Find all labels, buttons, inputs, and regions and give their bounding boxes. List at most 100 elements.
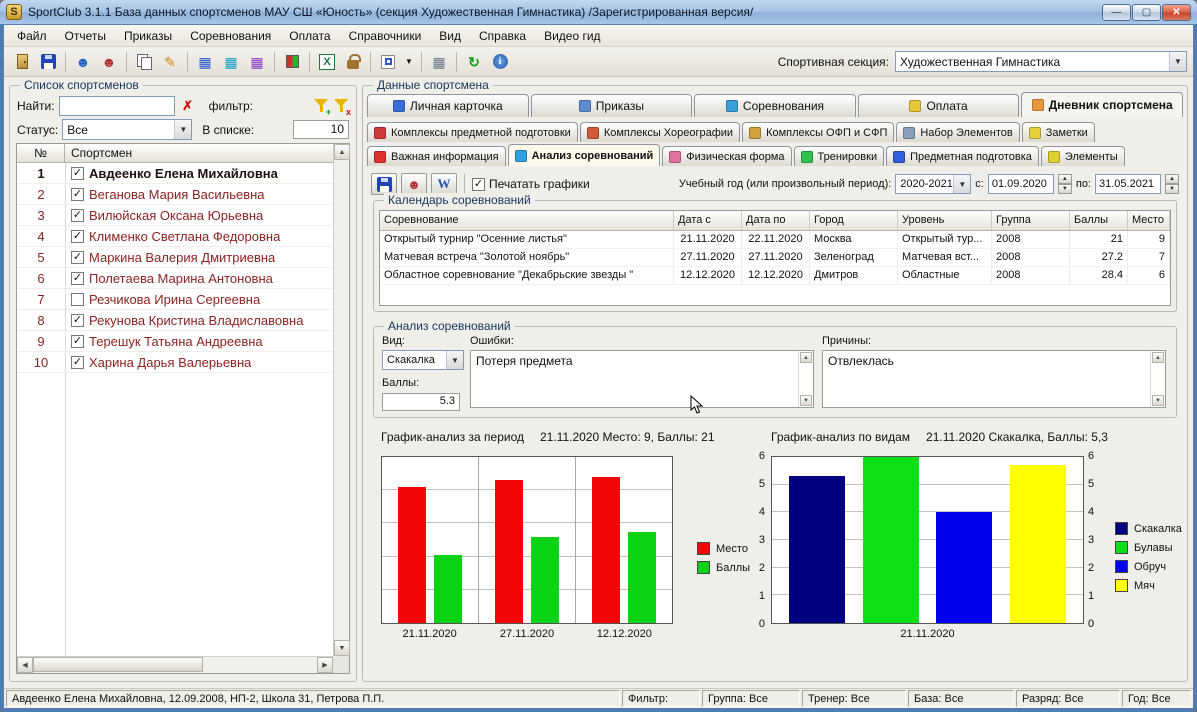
date-from-spinner[interactable]: ▲▼ xyxy=(1058,174,1072,194)
calendar-row[interactable]: Матчевая встреча "Золотой ноябрь" 27.11.… xyxy=(380,248,1170,266)
scrollbar-thumb[interactable] xyxy=(33,657,203,672)
tab-payment[interactable]: Оплата xyxy=(858,94,1020,117)
scroll-up-button[interactable]: ▲ xyxy=(1152,352,1164,363)
horizontal-scrollbar[interactable]: ◀ ▶ xyxy=(17,656,333,673)
copy-button[interactable] xyxy=(132,50,156,74)
chevron-down-icon[interactable]: ▼ xyxy=(446,351,463,369)
shape-tool-dropdown[interactable]: ▼ xyxy=(402,50,416,74)
export-word-button[interactable]: W xyxy=(431,173,457,195)
scroll-down-button[interactable]: ▼ xyxy=(800,395,812,406)
lock-button[interactable] xyxy=(341,50,365,74)
athlete-checkbox[interactable]: ✓ xyxy=(71,167,84,180)
menu-help[interactable]: Справка xyxy=(470,26,535,46)
tab-personal-card[interactable]: Личная карточка xyxy=(367,94,529,117)
calendar-row[interactable]: Областное соревнование "Декабрьские звез… xyxy=(380,266,1170,284)
tab-orders[interactable]: Приказы xyxy=(531,94,693,117)
menu-file[interactable]: Файл xyxy=(8,26,56,46)
athlete-checkbox[interactable]: ✓ xyxy=(71,335,84,348)
calendar-row[interactable]: Открытый турнир "Осенние листья" 21.11.2… xyxy=(380,230,1170,248)
scroll-down-button[interactable]: ▼ xyxy=(334,640,350,656)
print-charts-checkbox[interactable]: ✓ xyxy=(472,178,485,191)
exit-button[interactable] xyxy=(10,50,34,74)
video-button[interactable] xyxy=(280,50,304,74)
scroll-right-button[interactable]: ▶ xyxy=(317,657,333,673)
vid-select[interactable]: Скакалка ▼ xyxy=(382,350,464,370)
scroll-left-button[interactable]: ◀ xyxy=(17,657,33,673)
chevron-down-icon[interactable]: ▼ xyxy=(1169,52,1186,71)
tab-notes[interactable]: Заметки xyxy=(1022,122,1095,142)
athlete-checkbox[interactable]: ✓ xyxy=(71,251,84,264)
excel-export-button[interactable]: X xyxy=(315,50,339,74)
save-button[interactable] xyxy=(36,50,60,74)
report-table2-button[interactable]: ▦ xyxy=(219,50,243,74)
spin-up-icon[interactable]: ▲ xyxy=(1165,174,1179,184)
menu-payment[interactable]: Оплата xyxy=(280,26,339,46)
date-from-field[interactable]: 01.09.2020 xyxy=(988,174,1054,194)
reasons-textarea[interactable]: Отвлеклась ▲▼ xyxy=(822,350,1166,408)
refresh-button[interactable]: ↻ xyxy=(462,50,486,74)
tab-trainings[interactable]: Тренировки xyxy=(794,146,885,166)
col-place[interactable]: Место xyxy=(1128,211,1170,230)
tab-subject-complexes[interactable]: Комплексы предметной подготовки xyxy=(367,122,578,142)
tab-choreography-complexes[interactable]: Комплексы Хореографии xyxy=(580,122,740,142)
errors-textarea[interactable]: Потеря предмета ▲▼ xyxy=(470,350,814,408)
menu-videoguide[interactable]: Видео гид xyxy=(535,26,609,46)
column-header-name[interactable]: Спортсмен xyxy=(65,144,333,162)
spin-up-icon[interactable]: ▲ xyxy=(1058,174,1072,184)
athlete-checkbox[interactable]: ✓ xyxy=(71,272,84,285)
column-header-num[interactable]: № xyxy=(17,144,65,162)
spin-down-icon[interactable]: ▼ xyxy=(1058,184,1072,194)
scroll-down-button[interactable]: ▼ xyxy=(1152,395,1164,406)
tab-important-info[interactable]: Важная информация xyxy=(367,146,506,166)
col-date-to[interactable]: Дата по xyxy=(742,211,810,230)
tab-subject-preparation[interactable]: Предметная подготовка xyxy=(886,146,1039,166)
title-bar[interactable]: S SportClub 3.1.1 База данных спортсмено… xyxy=(0,0,1197,24)
col-competition[interactable]: Соревнование xyxy=(380,211,674,230)
menu-view[interactable]: Вид xyxy=(430,26,470,46)
athlete-card-button[interactable]: ☻ xyxy=(97,50,121,74)
find-input[interactable] xyxy=(59,96,175,116)
tab-competition-analysis[interactable]: Анализ соревнований xyxy=(508,144,661,166)
athlete-checkbox[interactable] xyxy=(71,293,84,306)
clear-search-button[interactable]: ✗ xyxy=(179,97,197,115)
chevron-down-icon[interactable]: ▼ xyxy=(953,175,970,193)
date-to-field[interactable]: 31.05.2021 xyxy=(1095,174,1161,194)
tab-elements[interactable]: Элементы xyxy=(1041,146,1125,166)
close-button[interactable]: ✕ xyxy=(1162,4,1191,21)
athlete-checkbox[interactable]: ✓ xyxy=(71,188,84,201)
vertical-scrollbar[interactable]: ▲ ▼ xyxy=(333,144,349,656)
add-athlete-button[interactable]: ☻ xyxy=(71,50,95,74)
menu-directories[interactable]: Справочники xyxy=(340,26,431,46)
tab-physical-form[interactable]: Физическая форма xyxy=(662,146,791,166)
date-to-spinner[interactable]: ▲▼ xyxy=(1165,174,1179,194)
edit-button[interactable]: ✎ xyxy=(158,50,182,74)
athlete-checkbox[interactable]: ✓ xyxy=(71,230,84,243)
diary-save-button[interactable] xyxy=(371,173,397,195)
status-select[interactable]: Все ▼ xyxy=(62,119,192,140)
spin-down-icon[interactable]: ▼ xyxy=(1165,184,1179,194)
filter-clear-button[interactable]: x xyxy=(333,98,349,114)
grid-button[interactable]: ▦ xyxy=(427,50,451,74)
athlete-checkbox[interactable]: ✓ xyxy=(71,314,84,327)
report-table1-button[interactable]: ▦ xyxy=(193,50,217,74)
textarea-scrollbar[interactable]: ▲▼ xyxy=(1150,351,1165,407)
diary-print-button[interactable]: ☻ xyxy=(401,173,427,195)
textarea-scrollbar[interactable]: ▲▼ xyxy=(798,351,813,407)
athlete-checkbox[interactable]: ✓ xyxy=(71,356,84,369)
sport-section-select[interactable]: Художественная Гимнастика ▼ xyxy=(895,51,1187,72)
tab-diary[interactable]: Дневник спортсмена xyxy=(1021,92,1183,117)
chevron-down-icon[interactable]: ▼ xyxy=(174,120,191,139)
scroll-up-button[interactable]: ▲ xyxy=(334,144,350,160)
col-city[interactable]: Город xyxy=(810,211,898,230)
report-table3-button[interactable]: ▦ xyxy=(245,50,269,74)
col-points[interactable]: Баллы xyxy=(1070,211,1128,230)
shape-tool-button[interactable] xyxy=(376,50,400,74)
col-level[interactable]: Уровень xyxy=(898,211,992,230)
col-date-from[interactable]: Дата с xyxy=(674,211,742,230)
menu-competitions[interactable]: Соревнования xyxy=(181,26,280,46)
maximize-button[interactable]: ▢ xyxy=(1132,4,1161,21)
tab-ofp-sfp-complexes[interactable]: Комплексы ОФП и СФП xyxy=(742,122,894,142)
filter-apply-button[interactable]: + xyxy=(313,98,329,114)
scroll-up-button[interactable]: ▲ xyxy=(800,352,812,363)
athlete-checkbox[interactable]: ✓ xyxy=(71,209,84,222)
